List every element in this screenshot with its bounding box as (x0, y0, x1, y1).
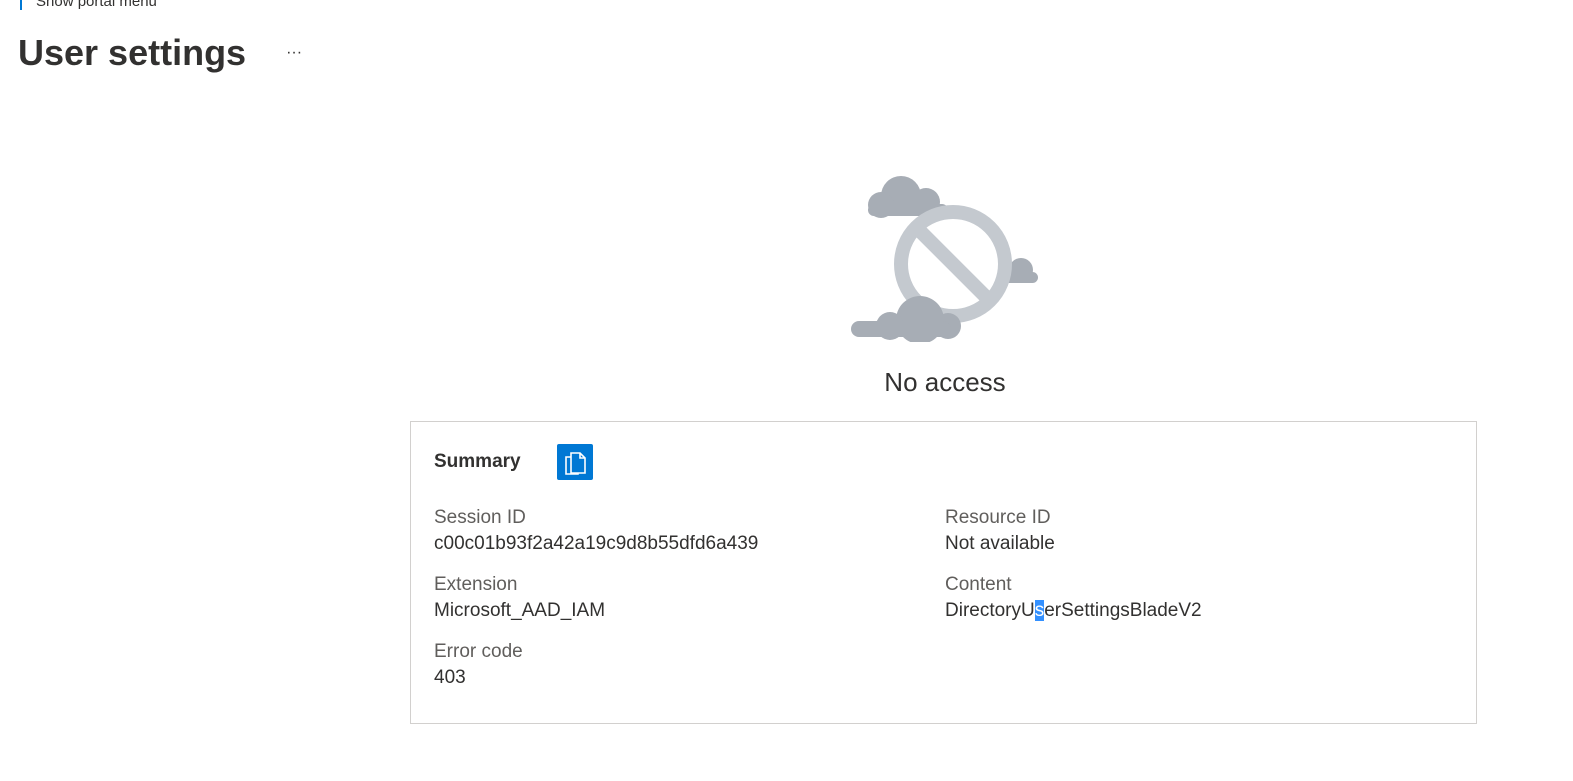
cloud-icon (851, 296, 961, 342)
summary-header: Summary (434, 444, 593, 480)
content-value: DirectoryUserSettingsBladeV2 (945, 598, 1202, 624)
error-code-value: 403 (434, 667, 466, 688)
show-portal-menu-label: Show portal menu (36, 0, 157, 10)
summary-title: Summary (434, 451, 521, 472)
summary-panel: Summary Session ID c00c01b93f2a42a19c9d8… (410, 421, 1477, 724)
content-label: Content (945, 574, 1012, 595)
resource-id-value: Not available (945, 533, 1055, 554)
page-title: User settings (18, 32, 247, 73)
content-value-start: DirectoryU (945, 600, 1035, 621)
content-field: Content DirectoryUserSettingsBladeV2 (945, 572, 1202, 624)
session-id-label: Session ID (434, 507, 526, 528)
session-id-field: Session ID c00c01b93f2a42a19c9d8b55dfd6a… (434, 505, 758, 557)
show-portal-menu-button[interactable]: Show portal menu (20, 0, 157, 11)
resource-id-field: Resource ID Not available (945, 505, 1055, 557)
resource-id-label: Resource ID (945, 507, 1051, 528)
copy-button[interactable] (556, 444, 593, 480)
error-code-label: Error code (434, 641, 523, 662)
extension-value: Microsoft_AAD_IAM (434, 600, 606, 621)
no-access-title: No access (884, 367, 1006, 397)
text-selection: s (1034, 600, 1045, 621)
error-code-field: Error code 403 (434, 639, 523, 691)
extension-field: Extension Microsoft_AAD_IAM (434, 572, 605, 624)
menu-icon (20, 0, 22, 10)
page-header: User settings ··· (18, 32, 306, 74)
content-value-end: erSettingsBladeV2 (1044, 600, 1202, 621)
extension-label: Extension (434, 574, 518, 595)
copy-icon (564, 452, 586, 475)
ellipsis-icon[interactable]: ··· (282, 43, 306, 63)
session-id-value: c00c01b93f2a42a19c9d8b55dfd6a439 (434, 533, 759, 554)
no-access-illustration (851, 176, 1038, 342)
